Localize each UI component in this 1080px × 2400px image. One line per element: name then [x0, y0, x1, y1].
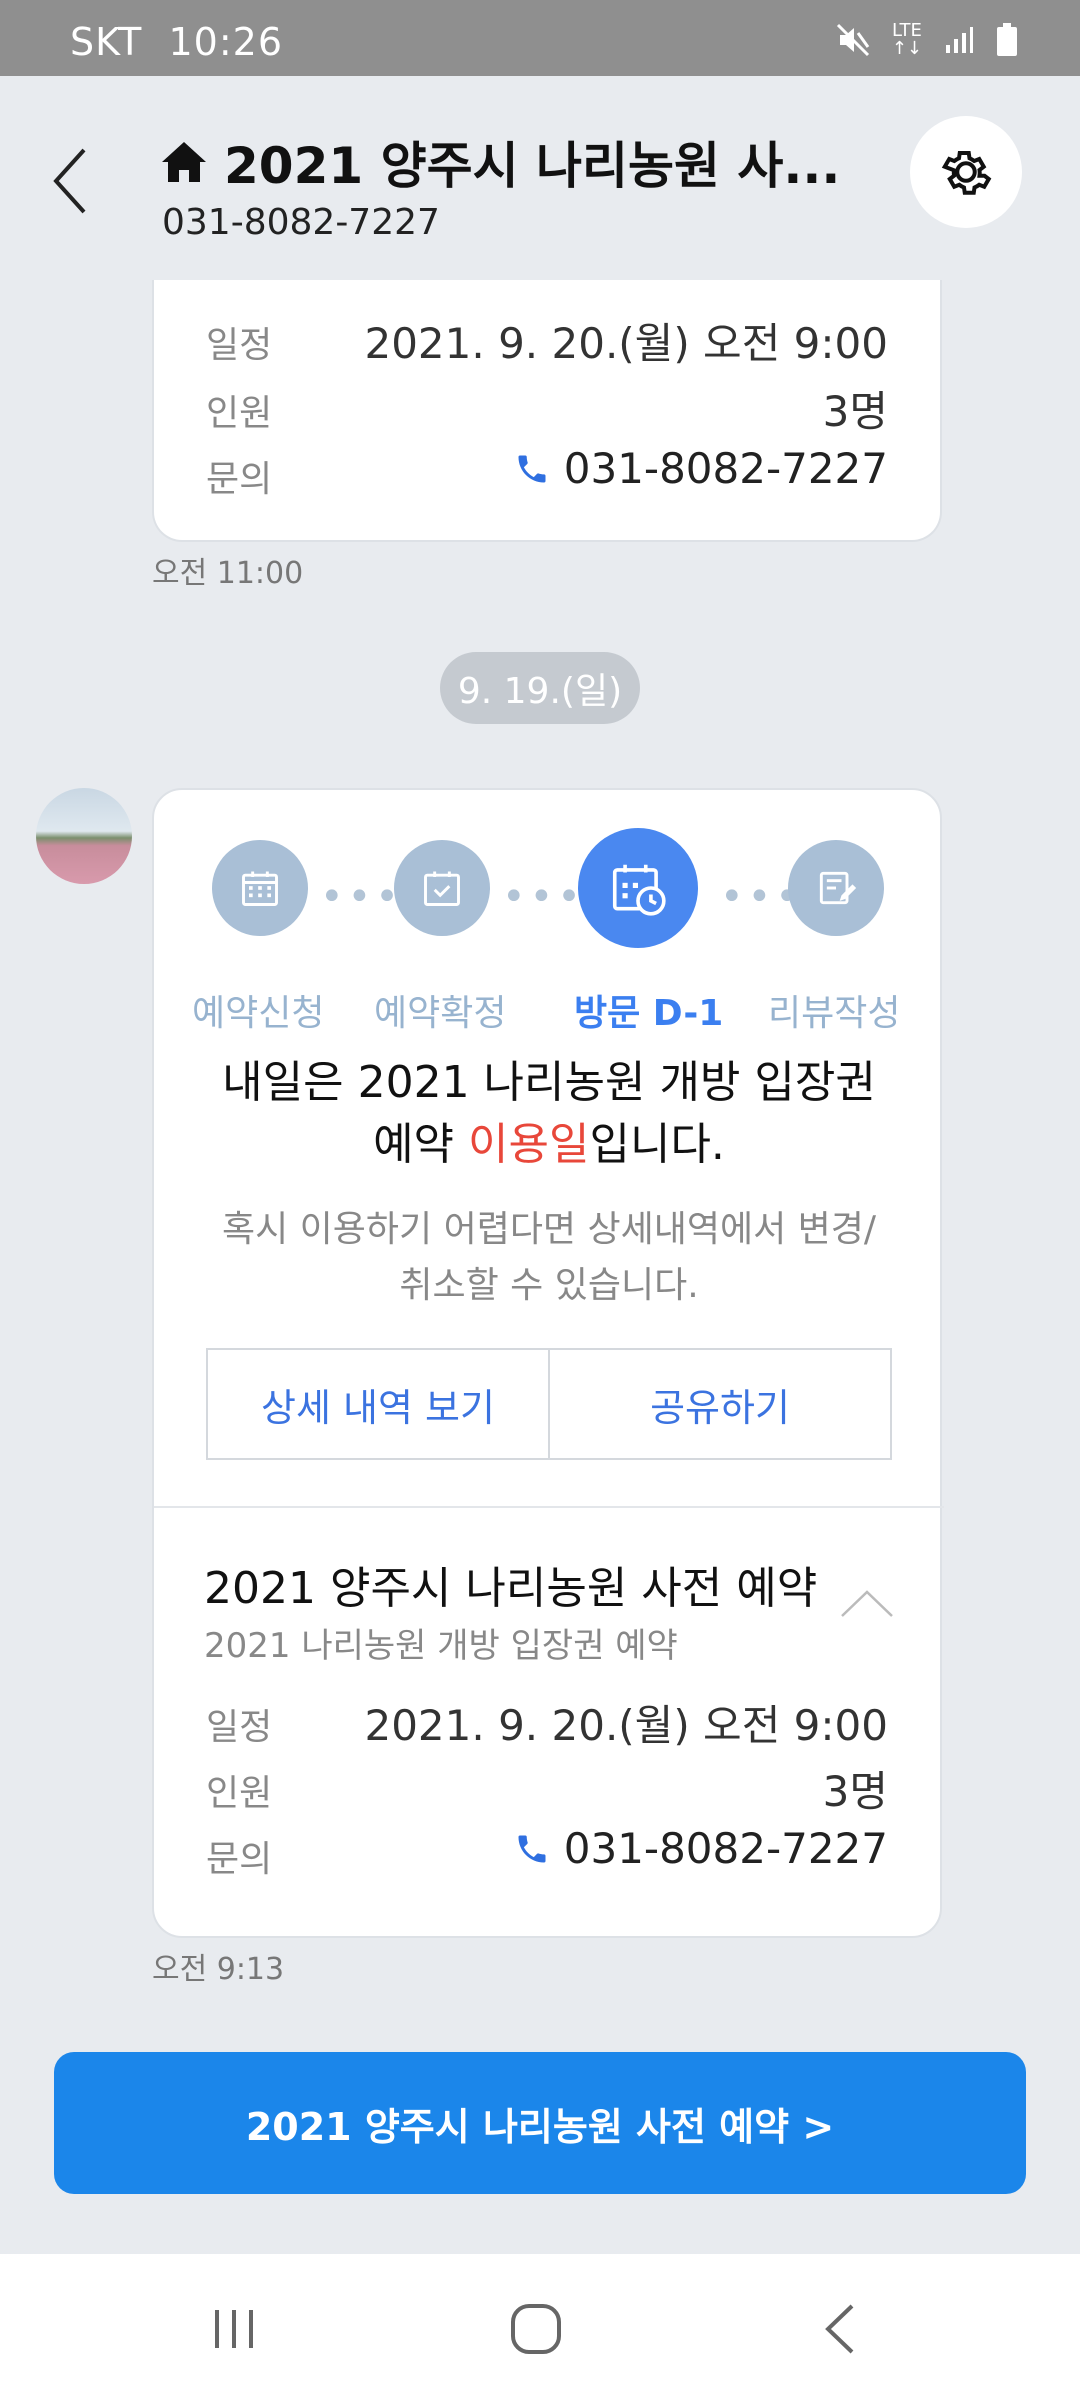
- back-button[interactable]: [50, 146, 110, 236]
- date-separator: 9. 19.(일): [440, 652, 640, 724]
- step-review: [788, 840, 884, 936]
- phone-link[interactable]: 031-8082-7227: [514, 444, 888, 493]
- step-label-confirm: 예약확정: [374, 993, 507, 1034]
- info-label: 문의: [206, 459, 273, 500]
- collapse-button[interactable]: [840, 1588, 894, 1622]
- info-row-schedule: 일정 2021. 9. 20.(월) 오전 9:00: [206, 1692, 888, 1752]
- step-label-request: 예약신청: [192, 993, 325, 1034]
- phone-icon: [518, 1835, 546, 1862]
- progress-steps: ••• ••• ••• 예약신청 예약확정 방문 D-1 리뷰작성: [154, 828, 944, 1034]
- notice-sub-line-1: 혹시 이용하기 어렵다면 상세내역에서 변경/: [221, 1209, 877, 1250]
- info-label: 일정: [206, 1707, 273, 1748]
- step-confirm: [394, 840, 490, 936]
- info-row-contact: 문의 031-8082-7227: [206, 444, 888, 504]
- phone-number: 031-8082-7227: [563, 1824, 888, 1873]
- divider: [154, 1506, 944, 1508]
- back-icon: [53, 148, 86, 214]
- phone-icon: [518, 455, 546, 482]
- calendar-icon: [242, 871, 278, 906]
- info-value: 3명: [822, 1767, 888, 1816]
- home-circle-icon: [511, 2304, 561, 2354]
- booking-description: 2021 나리농원 개방 입장권 예약: [204, 1626, 678, 1666]
- step-visit-d1: [578, 828, 698, 948]
- info-row-schedule: 일정 2021. 9. 20.(월) 오전 9:00: [206, 310, 888, 370]
- info-value: 2021. 9. 20.(월) 오전 9:00: [364, 319, 888, 368]
- status-bar: SKT 10:26 LTE ↑↓: [0, 0, 1080, 76]
- avatar[interactable]: [36, 788, 132, 884]
- step-connector: •••: [320, 874, 403, 920]
- calendar-check-icon: [424, 871, 460, 906]
- status-carrier-time: SKT 10:26: [70, 20, 283, 64]
- info-value: 2021. 9. 20.(월) 오전 9:00: [364, 1701, 888, 1750]
- info-row-contact: 문의 031-8082-7227: [206, 1824, 888, 1884]
- info-label: 인원: [206, 393, 273, 434]
- phone-number: 031-8082-7227: [563, 444, 888, 493]
- signal-icon: [944, 25, 974, 55]
- step-request: [212, 840, 308, 936]
- home-button[interactable]: [496, 2294, 576, 2364]
- review-edit-icon: [819, 871, 857, 905]
- step-connector: •••: [502, 874, 585, 920]
- info-row-people: 인원 3명: [206, 378, 888, 438]
- info-row-people: 인원 3명: [206, 1758, 888, 1818]
- info-label: 인원: [206, 1773, 273, 1814]
- gear-icon: [941, 151, 992, 195]
- info-label: 문의: [206, 1839, 273, 1880]
- nav-back-button[interactable]: [800, 2294, 880, 2364]
- header-phone[interactable]: 031-8082-7227: [162, 202, 440, 243]
- info-value: 3명: [822, 387, 888, 436]
- home-icon: [162, 142, 206, 182]
- reservation-card-previous: 일정 2021. 9. 20.(월) 오전 9:00 인원 3명 문의 031-…: [152, 280, 942, 542]
- page-title: 2021 양주시 나리농원 사...: [224, 137, 841, 195]
- action-buttons: 상세 내역 보기 공유하기: [206, 1348, 892, 1460]
- notice-line-2: 예약 이용일입니다.: [373, 1119, 725, 1170]
- status-icons: LTE ↑↓: [836, 22, 1018, 58]
- notice-message: 내일은 2021 나리농원 개방 입장권 예약 이용일입니다.: [154, 1052, 944, 1176]
- settings-button[interactable]: [910, 116, 1022, 228]
- notice-sub-message: 혹시 이용하기 어렵다면 상세내역에서 변경/ 취소할 수 있습니다.: [154, 1202, 944, 1314]
- lte-icon: LTE ↑↓: [891, 20, 922, 59]
- battery-icon: [996, 23, 1018, 57]
- mute-icon: [836, 23, 870, 57]
- recent-apps-button[interactable]: [194, 2294, 274, 2364]
- message-time: 오전 11:00: [152, 556, 304, 591]
- calendar-clock-icon: [612, 864, 666, 916]
- share-button[interactable]: 공유하기: [548, 1350, 890, 1458]
- step-label-review: 리뷰작성: [768, 993, 901, 1034]
- system-nav-bar: [0, 2254, 1080, 2400]
- page-title-row: 2021 양주시 나리농원 사...: [160, 126, 840, 198]
- message-time: 오전 9:13: [152, 1952, 285, 1987]
- view-details-button[interactable]: 상세 내역 보기: [208, 1350, 548, 1458]
- clock: 10:26: [168, 20, 283, 64]
- chevron-up-icon: [841, 1590, 893, 1617]
- chat-header: 2021 양주시 나리농원 사... 031-8082-7227: [0, 76, 1080, 286]
- notice-sub-line-2: 취소할 수 있습니다.: [399, 1265, 699, 1306]
- reservation-card: ••• ••• ••• 예약신청 예약확정 방문 D-1 리뷰작성 내일은 20…: [152, 788, 944, 1938]
- phone-link[interactable]: 031-8082-7227: [514, 1824, 888, 1873]
- booking-title: 2021 양주시 나리농원 사전 예약: [204, 1563, 818, 1614]
- usage-day-highlight: 이용일: [468, 1119, 590, 1170]
- step-label-visit: 방문 D-1: [574, 993, 724, 1034]
- carrier-label: SKT: [70, 20, 143, 64]
- recent-apps-icon: [215, 2310, 253, 2348]
- nav-back-icon: [825, 2304, 854, 2354]
- info-label: 일정: [206, 325, 273, 366]
- booking-cta-button[interactable]: 2021 양주시 나리농원 사전 예약 >: [54, 2052, 1026, 2194]
- notice-line-1: 내일은 2021 나리농원 개방 입장권: [222, 1057, 876, 1108]
